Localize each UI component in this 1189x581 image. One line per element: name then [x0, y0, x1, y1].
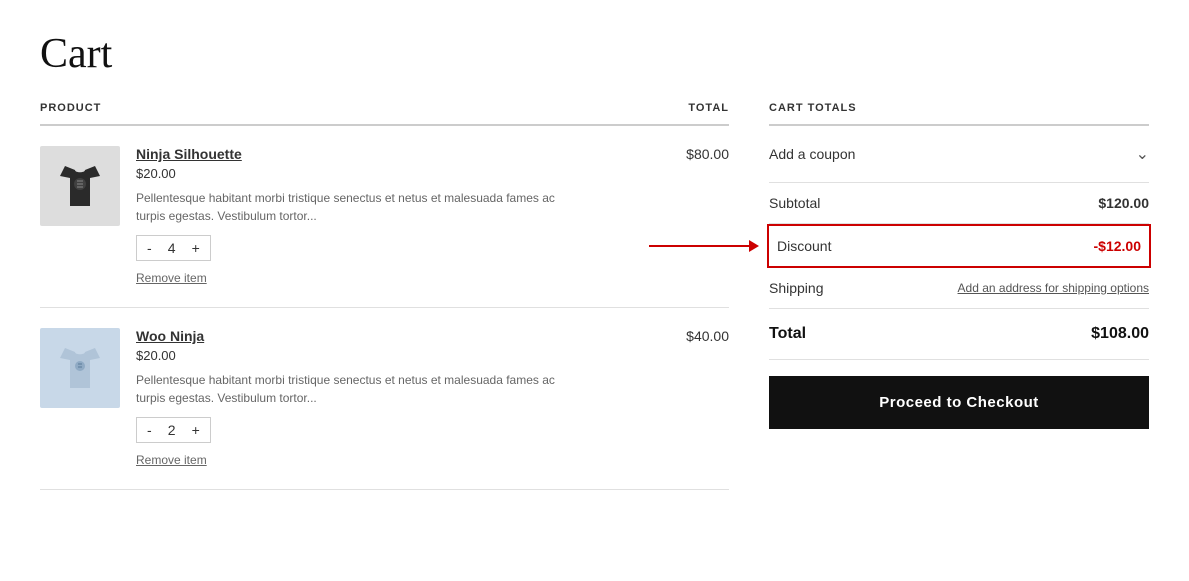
- qty-control-woo-ninja: - 2 +: [136, 417, 211, 443]
- remove-item-woo-ninja[interactable]: Remove item: [136, 453, 207, 467]
- subtotal-value: $120.00: [1098, 195, 1149, 211]
- col-product-header: Product: [40, 102, 676, 125]
- cart-left-panel: Product Total: [40, 102, 729, 490]
- discount-row-container: Discount -$12.00: [769, 224, 1149, 268]
- qty-increase-ninja-silhouette[interactable]: +: [190, 240, 202, 256]
- page-title: Cart: [40, 30, 1149, 78]
- table-row: Ninja Silhouette $20.00 Pellentesque hab…: [40, 125, 729, 308]
- product-desc-ninja-silhouette: Pellentesque habitant morbi tristique se…: [136, 189, 556, 225]
- total-label: Total: [769, 325, 806, 343]
- product-image-ninja-silhouette: [40, 146, 120, 226]
- arrow-line: [649, 245, 749, 247]
- product-cell-content-2: Woo Ninja $20.00 Pellentesque habitant m…: [40, 328, 676, 469]
- total-row: Total $108.00: [769, 309, 1149, 360]
- discount-arrow: [649, 240, 759, 252]
- qty-decrease-woo-ninja[interactable]: -: [145, 422, 154, 438]
- discount-value: -$12.00: [1094, 238, 1141, 254]
- product-name-ninja-silhouette[interactable]: Ninja Silhouette: [136, 146, 676, 162]
- discount-row: Discount -$12.00: [767, 224, 1151, 268]
- product-cell-content: Ninja Silhouette $20.00 Pellentesque hab…: [40, 146, 676, 287]
- cart-layout: Product Total: [40, 102, 1149, 490]
- cart-table: Product Total: [40, 102, 729, 490]
- qty-increase-woo-ninja[interactable]: +: [190, 422, 202, 438]
- qty-decrease-ninja-silhouette[interactable]: -: [145, 240, 154, 256]
- product-cell-ninja-silhouette: Ninja Silhouette $20.00 Pellentesque hab…: [40, 125, 676, 308]
- shipping-label: Shipping: [769, 280, 824, 296]
- page-wrapper: Cart Product Total: [0, 0, 1189, 530]
- qty-control-ninja-silhouette: - 4 +: [136, 235, 211, 261]
- qty-value-ninja-silhouette: 4: [162, 240, 182, 256]
- coupon-label: Add a coupon: [769, 146, 855, 162]
- product-name-woo-ninja[interactable]: Woo Ninja: [136, 328, 676, 344]
- product-total-ninja-silhouette: $80.00: [676, 125, 729, 308]
- chevron-down-icon: ⌄: [1136, 144, 1149, 164]
- proceed-to-checkout-button[interactable]: Proceed to Checkout: [769, 376, 1149, 429]
- add-coupon-row[interactable]: Add a coupon ⌄: [769, 126, 1149, 183]
- add-shipping-address-link[interactable]: Add an address for shipping options: [958, 281, 1149, 295]
- cart-right-panel: Cart Totals Add a coupon ⌄ Subtotal $120…: [769, 102, 1149, 429]
- subtotal-label: Subtotal: [769, 195, 820, 211]
- product-total-woo-ninja: $40.00: [676, 308, 729, 490]
- shipping-row: Shipping Add an address for shipping opt…: [769, 268, 1149, 309]
- product-image-woo-ninja: [40, 328, 120, 408]
- discount-label: Discount: [777, 238, 831, 254]
- product-info-ninja-silhouette: Ninja Silhouette $20.00 Pellentesque hab…: [136, 146, 676, 287]
- remove-item-ninja-silhouette[interactable]: Remove item: [136, 271, 207, 285]
- qty-value-woo-ninja: 2: [162, 422, 182, 438]
- product-desc-woo-ninja: Pellentesque habitant morbi tristique se…: [136, 371, 556, 407]
- col-total-header: Total: [676, 102, 729, 125]
- arrow-head: [749, 240, 759, 252]
- product-cell-woo-ninja: Woo Ninja $20.00 Pellentesque habitant m…: [40, 308, 676, 490]
- product-price-woo-ninja: $20.00: [136, 348, 676, 363]
- cart-totals-title: Cart Totals: [769, 102, 1149, 126]
- subtotal-row: Subtotal $120.00: [769, 183, 1149, 224]
- product-info-woo-ninja: Woo Ninja $20.00 Pellentesque habitant m…: [136, 328, 676, 469]
- total-value: $108.00: [1091, 325, 1149, 343]
- product-price-ninja-silhouette: $20.00: [136, 166, 676, 181]
- table-row: Woo Ninja $20.00 Pellentesque habitant m…: [40, 308, 729, 490]
